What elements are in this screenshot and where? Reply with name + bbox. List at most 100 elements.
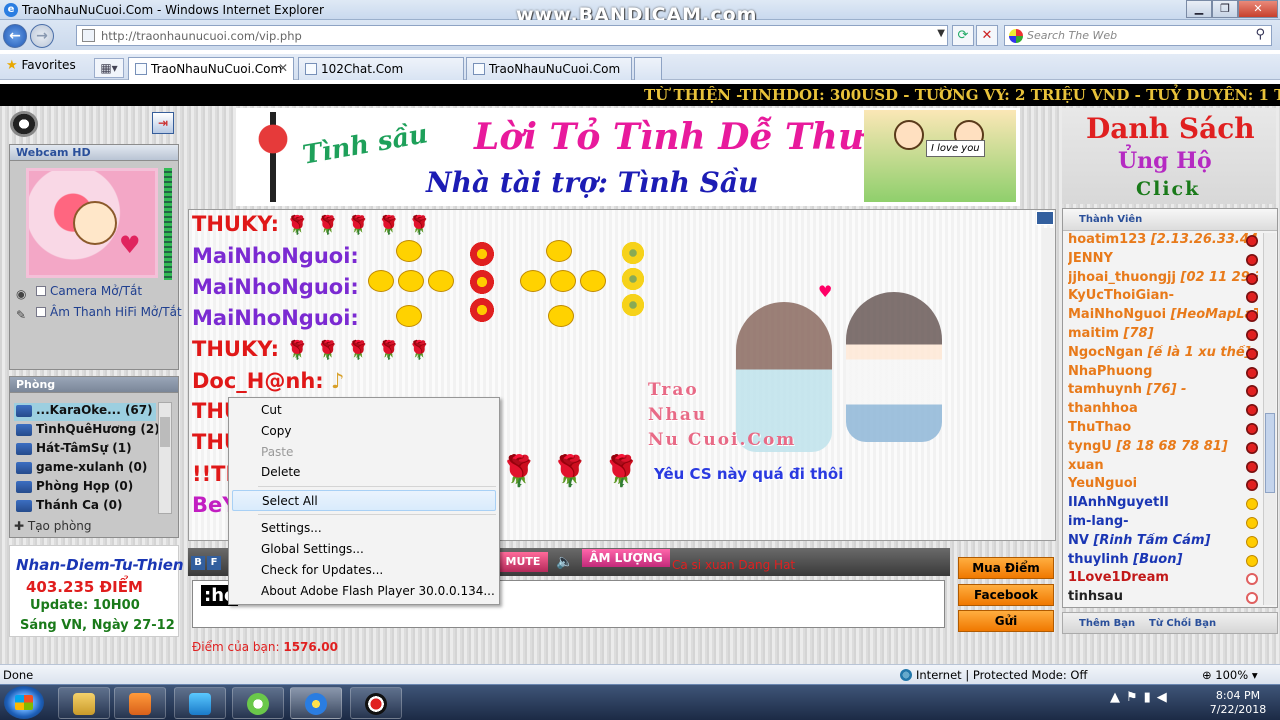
member-item[interactable]: JENNY [1068, 251, 1258, 266]
exit-icon[interactable]: ⇥ [152, 112, 174, 134]
quick-tabs-button[interactable]: ▦▾ [94, 58, 124, 78]
chat-username[interactable]: THUKY: [192, 212, 279, 236]
start-button[interactable] [4, 686, 44, 719]
tab-102chat[interactable]: 102Chat.Com [298, 57, 464, 80]
maximize-button[interactable]: ❐ [1212, 0, 1238, 18]
room-item[interactable]: Hát-TâmSự (1) [14, 441, 156, 459]
film-reel-icon[interactable] [10, 111, 38, 137]
room-item[interactable]: ...KaraOke... (67) [14, 403, 156, 421]
member-item[interactable]: tamhuynh [76] - [1068, 382, 1258, 397]
stop-button[interactable]: ✕ [976, 25, 998, 46]
room-item[interactable]: Phòng Họp (0) [14, 479, 156, 497]
address-url[interactable]: http://traonhaunucuoi.com/vip.php [101, 29, 302, 43]
member-name: jjhoai_thuongjj [1068, 269, 1176, 285]
menu-item-paste[interactable]: Paste [232, 442, 496, 463]
mute-button[interactable]: MUTE [498, 552, 548, 572]
camera-toggle[interactable]: ◉ Camera Mở/Tắt [16, 284, 142, 301]
tab-traonhaunucuoi-1[interactable]: TraoNhauNuCuoi.Com ✕ [128, 57, 294, 80]
speaker-icon[interactable]: 🔈 [556, 554, 573, 570]
taskbar-explorer[interactable] [58, 687, 110, 719]
menu-item-cut[interactable]: Cut [232, 400, 496, 421]
supporters-list-banner[interactable]: Danh Sách Ủng Hộ Click [1062, 108, 1276, 204]
chat-username[interactable]: Doc_H@nh: [192, 369, 324, 393]
menu-item-copy[interactable]: Copy [232, 421, 496, 442]
zoom-control[interactable]: ⊕ 100% ▾ [1202, 668, 1258, 682]
menu-item-check-updates[interactable]: Check for Updates... [232, 560, 496, 581]
big-rose-emoticons: 🌹🌹🌹 [500, 454, 655, 489]
audio-checkbox[interactable] [36, 307, 46, 317]
room-item[interactable]: TìnhQuêHương (2) [14, 422, 160, 440]
buy-points-button[interactable]: Mua Điểm [958, 557, 1054, 579]
room-item[interactable]: Thánh Ca (0) [14, 498, 156, 516]
scroll-thumb[interactable] [160, 417, 170, 447]
chat-username[interactable]: THUKY: [192, 337, 279, 361]
menu-item-select-all[interactable]: Select All [232, 490, 496, 511]
chevron-down-icon[interactable]: ▼ [937, 28, 945, 39]
members-scrollbar[interactable] [1263, 233, 1276, 605]
decline-friend-button[interactable]: Từ Chối Bạn [1149, 618, 1216, 629]
member-item[interactable]: IIAnhNguyetII [1068, 495, 1258, 510]
back-button[interactable]: ← [3, 24, 27, 48]
close-tab-icon[interactable]: ✕ [278, 61, 288, 75]
tab-traonhaunucuoi-2[interactable]: TraoNhauNuCuoi.Com [466, 57, 632, 80]
member-item[interactable]: tyngU [8 18 68 78 81] [1068, 439, 1258, 454]
taskbar-app[interactable] [174, 687, 226, 719]
member-item[interactable]: NgocNgan [ế là 1 xu thế] - [1068, 345, 1258, 360]
camera-checkbox[interactable] [36, 286, 46, 296]
member-item[interactable]: ThuThao [1068, 420, 1258, 435]
member-item[interactable]: NV [Rinh Tấm Cám] [1068, 533, 1258, 548]
taskbar-clock[interactable]: 8:04 PM 7/22/2018 [1208, 689, 1268, 717]
taskbar-browser[interactable] [232, 687, 284, 719]
facebook-button[interactable]: Facebook [958, 584, 1054, 606]
search-box[interactable]: Search The Web ⚲ [1004, 25, 1272, 46]
taskbar-internet-explorer[interactable] [290, 687, 342, 719]
member-item[interactable]: NhaPhuong [1068, 364, 1258, 379]
system-tray[interactable]: ▲⚑▮◀ [1110, 690, 1173, 705]
charity-points-box[interactable]: Nhan-Diem-Tu-Thien 403.235 ĐIỂM Update: … [9, 545, 184, 637]
member-item[interactable]: tinhsau [1068, 589, 1258, 604]
minimize-button[interactable]: ▁ [1186, 0, 1212, 18]
scroll-thumb[interactable] [1265, 413, 1275, 493]
chat-username[interactable]: MaiNhoNguoi: [192, 306, 359, 330]
member-item[interactable]: 1Love1Dream [1068, 570, 1258, 585]
member-item[interactable]: hoatim123 [2.13.26.33.44.5 [1068, 232, 1258, 247]
audio-toggle[interactable]: ✎ Âm Thanh HiFi Mở/Tắt [16, 305, 182, 322]
header-banner[interactable]: Tình sầu Lời Tỏ Tình Dễ Thương Nhà tài t… [236, 108, 1020, 206]
forward-button[interactable]: → [30, 24, 54, 48]
taskbar-media-player[interactable] [114, 687, 166, 719]
close-window-button[interactable]: ✕ [1238, 0, 1278, 18]
member-item[interactable]: thuylinh [Buon] [1068, 552, 1258, 567]
favorites-button[interactable]: ★ Favorites [6, 58, 76, 73]
search-input[interactable]: Search The Web [1027, 29, 1117, 42]
member-item[interactable]: MaiNhoNguoi [HeoMapLaTe [1068, 307, 1258, 322]
refresh-button[interactable]: ⟳ [952, 25, 974, 46]
menu-item-settings[interactable]: Settings... [232, 518, 496, 539]
taskbar-bandicam[interactable] [350, 687, 402, 719]
font-button[interactable]: F [207, 556, 221, 570]
member-item[interactable]: maitim [78] [1068, 326, 1258, 341]
member-item[interactable]: thanhhoa [1068, 401, 1258, 416]
menu-item-about-flash[interactable]: About Adobe Flash Player 30.0.0.134... [232, 581, 496, 602]
member-item[interactable]: jjhoai_thuongjj [02 11 29 3 [1068, 270, 1258, 285]
create-room-button[interactable]: ✚ Tạo phòng [14, 519, 92, 533]
security-zone[interactable]: Internet | Protected Mode: Off [900, 668, 1087, 682]
room-item[interactable]: game-xulanh (0) [14, 460, 156, 478]
search-icon[interactable]: ⚲ [1255, 27, 1265, 42]
new-tab-button[interactable] [634, 57, 662, 80]
menu-item-global-settings[interactable]: Global Settings... [232, 539, 496, 560]
member-item[interactable]: xuan [1068, 458, 1258, 473]
rooms-scrollbar[interactable] [158, 402, 172, 514]
member-item[interactable]: YeuNguoi [1068, 476, 1258, 491]
address-bar[interactable]: http://traonhaunucuoi.com/vip.php ▼ [76, 25, 948, 46]
chat-scrollbar[interactable] [1042, 228, 1054, 540]
member-item[interactable]: KyUcThoiGian- [1068, 288, 1258, 303]
add-friend-button[interactable]: Thêm Bạn [1079, 618, 1135, 629]
member-item[interactable]: im-lang- [1068, 514, 1258, 529]
bold-button[interactable]: B [191, 556, 205, 570]
send-button[interactable]: Gửi [958, 610, 1054, 632]
volume-slider[interactable]: ÂM LƯỢNG [582, 549, 670, 567]
chat-username[interactable]: MaiNhoNguoi: [192, 244, 359, 268]
expand-icon[interactable] [1036, 211, 1054, 225]
menu-item-delete[interactable]: Delete [232, 462, 496, 483]
chat-username[interactable]: MaiNhoNguoi: [192, 275, 359, 299]
